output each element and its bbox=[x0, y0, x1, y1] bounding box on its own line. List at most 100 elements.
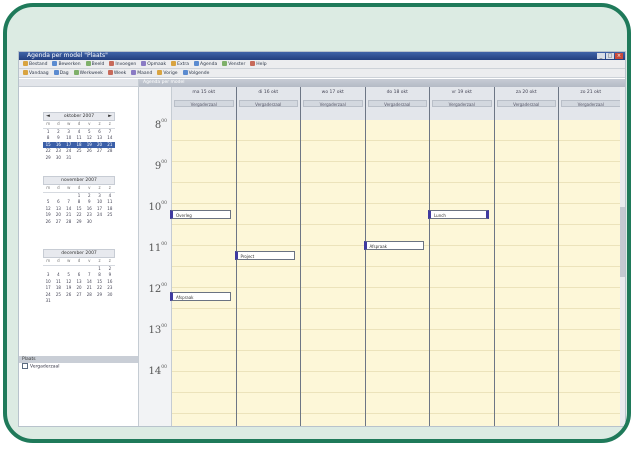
day-name: za 20 okt bbox=[515, 90, 537, 95]
day-header[interactable]: do 18 okt Vergaderzaal bbox=[365, 87, 429, 121]
slide-frame: Agenda per model "Plaats" _ □ × Bestand B… bbox=[3, 3, 631, 443]
day-resource: Vergaderzaal bbox=[238, 100, 298, 107]
mini-month-header: december 2007 bbox=[43, 249, 115, 258]
toolbar-button-icon bbox=[131, 70, 137, 75]
application-window: Agenda per model "Plaats" _ □ × Bestand B… bbox=[18, 51, 626, 427]
week-row: 31 bbox=[43, 298, 115, 305]
toolbar-button-label: Volgende bbox=[188, 71, 210, 76]
day-cell[interactable]: 31 bbox=[64, 155, 74, 162]
toolbar-button[interactable]: Extra bbox=[171, 61, 189, 67]
window-title: Agenda per model "Plaats" bbox=[27, 52, 108, 59]
week-row: 26 27 28 29 30 bbox=[43, 219, 115, 226]
toolbar-button[interactable]: Volgende bbox=[182, 70, 210, 76]
weekday-label: v bbox=[88, 185, 91, 190]
toolbar-button[interactable]: Venster bbox=[222, 61, 245, 67]
mini-month-header: ◄ ► oktober 2007 bbox=[43, 112, 115, 121]
toolbar-button[interactable]: Bestand bbox=[23, 61, 47, 67]
hour-label: 1200 bbox=[139, 283, 170, 295]
weekday-label: w bbox=[67, 185, 71, 190]
day-header[interactable]: di 16 okt Vergaderzaal bbox=[236, 87, 300, 121]
maximize-button[interactable]: □ bbox=[606, 53, 614, 59]
weekday-label: z bbox=[108, 258, 111, 263]
day-resource: Vergaderzaal bbox=[432, 100, 492, 107]
weekday-label: m bbox=[46, 185, 51, 190]
day-name: zo 21 okt bbox=[580, 90, 602, 95]
day-cell bbox=[94, 298, 104, 305]
toolbar-button-label: Vorige bbox=[163, 71, 178, 76]
weekday-label: d bbox=[57, 185, 60, 190]
day-cell[interactable]: 26 bbox=[43, 219, 53, 226]
toolbar-button-icon bbox=[194, 61, 200, 66]
appointment[interactable]: Lunch bbox=[428, 210, 489, 219]
day-timeslots[interactable] bbox=[494, 120, 558, 426]
mini-month-calendar: november 2007 m d w d v z z 1 2 3 4 5 6 7 8 9 10 11 12 13 14 1… bbox=[43, 176, 115, 225]
toolbar-button-label: Agenda bbox=[200, 62, 218, 67]
day-cell[interactable]: 29 bbox=[43, 155, 53, 162]
next-month-icon[interactable]: ► bbox=[108, 113, 112, 120]
toolbar-button[interactable]: Opmaak bbox=[141, 61, 166, 67]
toolbar-button[interactable]: Vandaag bbox=[23, 70, 49, 76]
day-timeslots[interactable]: Project bbox=[234, 120, 300, 426]
day-name: vr 19 okt bbox=[451, 90, 472, 95]
category-item[interactable]: Vergaderzaal bbox=[19, 363, 138, 372]
weekday-label: w bbox=[67, 121, 71, 126]
toolbar-button-icon bbox=[182, 70, 188, 75]
appointment[interactable]: Project bbox=[234, 251, 295, 260]
appointment[interactable]: Afspraak bbox=[170, 292, 231, 301]
day-header[interactable]: zo 21 okt Vergaderzaal bbox=[559, 87, 623, 121]
weekday-label: z bbox=[108, 121, 111, 126]
toolbar-button-icon bbox=[23, 70, 28, 75]
day-cell bbox=[74, 155, 84, 162]
toolbar-button[interactable]: Agenda bbox=[194, 61, 217, 67]
toolbar-button-icon bbox=[171, 61, 177, 66]
category-checkbox[interactable] bbox=[22, 363, 28, 369]
toolbar-button[interactable]: Werkweek bbox=[73, 70, 103, 76]
day-header[interactable]: za 20 okt Vergaderzaal bbox=[494, 87, 558, 121]
toolbar-button-label: Opmaak bbox=[147, 62, 167, 67]
mini-month-title: oktober 2007 bbox=[63, 114, 95, 119]
scrollbar-thumb[interactable] bbox=[620, 207, 625, 277]
day-cell[interactable]: 30 bbox=[84, 219, 94, 226]
day-header[interactable]: wo 17 okt Vergaderzaal bbox=[301, 87, 365, 121]
day-header[interactable]: vr 19 okt Vergaderzaal bbox=[430, 87, 494, 121]
toolbar-button[interactable]: Beeld bbox=[85, 61, 104, 67]
day-cell[interactable]: 29 bbox=[74, 219, 84, 226]
toolbar-button[interactable]: Dag bbox=[53, 70, 69, 76]
day-cell[interactable]: 27 bbox=[53, 219, 63, 226]
day-timeslots[interactable]: Overleg Afspraak bbox=[170, 120, 236, 426]
appointment[interactable]: Overleg bbox=[170, 210, 231, 219]
hour-minutes: 00 bbox=[161, 160, 167, 165]
toolbar-button[interactable]: Vorige bbox=[157, 70, 178, 76]
weekday-label: d bbox=[57, 258, 60, 263]
day-cell[interactable]: 30 bbox=[53, 155, 63, 162]
toolbar-button-icon bbox=[73, 70, 79, 75]
prev-month-icon[interactable]: ◄ bbox=[46, 113, 50, 120]
hour-minutes: 00 bbox=[161, 201, 167, 206]
toolbar-button-label: Vandaag bbox=[29, 71, 49, 76]
weekday-label: v bbox=[88, 121, 91, 126]
day-timeslots[interactable]: Afspraak bbox=[363, 120, 429, 426]
toolbar-button-icon bbox=[23, 61, 28, 66]
day-resource: Vergaderzaal bbox=[174, 100, 234, 107]
weekday-row: mdwdvzz bbox=[43, 185, 115, 193]
navigation-pane: ◄ ► oktober 2007 m d w d v z z 1 2 3 4 5 6 7 8 9 10 11 12 13 14… bbox=[19, 79, 139, 426]
appointment[interactable]: Afspraak bbox=[363, 240, 424, 250]
close-button[interactable]: × bbox=[615, 53, 623, 59]
day-cell bbox=[105, 219, 115, 226]
hour-label: 1300 bbox=[139, 324, 170, 336]
minimize-button[interactable]: _ bbox=[597, 53, 605, 59]
toolbar-button[interactable]: Bewerken bbox=[52, 61, 81, 67]
day-header[interactable]: ma 15 okt Vergaderzaal bbox=[172, 87, 236, 121]
toolbar-button[interactable]: Maand bbox=[131, 70, 152, 76]
day-timeslots[interactable] bbox=[559, 120, 623, 426]
toolbar-button-icon bbox=[52, 61, 58, 66]
vertical-scrollbar[interactable] bbox=[620, 87, 625, 426]
day-timeslots[interactable]: Lunch bbox=[428, 120, 494, 426]
day-timeslots[interactable] bbox=[301, 120, 365, 426]
day-cell[interactable]: 31 bbox=[43, 298, 53, 305]
toolbar-button[interactable]: Help bbox=[250, 61, 267, 67]
day-cell[interactable]: 28 bbox=[64, 219, 74, 226]
toolbar-button[interactable]: Week bbox=[107, 70, 126, 76]
toolbar-button[interactable]: Invoegen bbox=[109, 61, 136, 67]
day-resource: Vergaderzaal bbox=[561, 100, 621, 107]
